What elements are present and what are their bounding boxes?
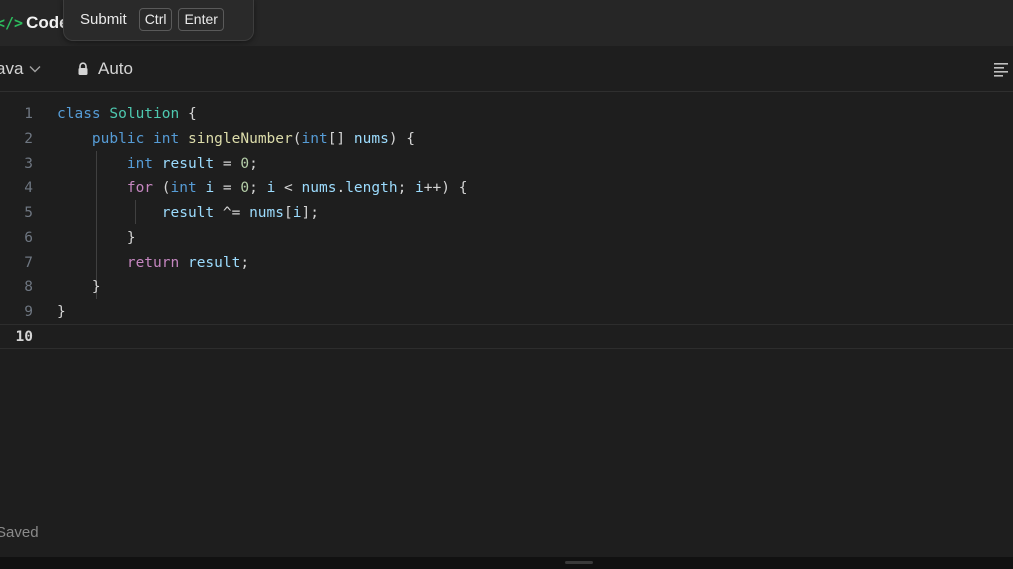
code-tab[interactable]: </> Code [0, 12, 69, 34]
line-number: 2 [24, 131, 33, 148]
code-line: 2 public int singleNumber(int[] nums) { [0, 127, 1013, 152]
code-editor[interactable]: 1 class Solution { 2 public int singleNu… [0, 92, 1013, 522]
auto-mode-label: Auto [98, 59, 133, 78]
line-number: 5 [24, 205, 33, 222]
code-text: return result; [126, 254, 250, 271]
line-number: 9 [24, 303, 33, 320]
code-line: 5 result ^= nums[i]; [0, 201, 1013, 226]
line-number: 3 [24, 155, 33, 172]
submit-shortcut-tooltip: Submit Ctrl Enter [63, 0, 254, 41]
save-status: Saved [0, 524, 39, 541]
code-text: } [57, 229, 136, 246]
code-brackets-icon: </> [0, 14, 24, 32]
code-line: 7 return result; [0, 250, 1013, 275]
code-line: 9 } [0, 300, 1013, 325]
language-label: ava [0, 59, 24, 78]
shortcut-key-enter: Enter [178, 7, 224, 31]
code-text: } [57, 279, 101, 296]
tooltip-label: Submit [80, 10, 127, 28]
code-text: public int singleNumber(int[] nums) { [91, 131, 416, 148]
language-select[interactable]: ava [0, 59, 41, 79]
editor-header: </> Code Submit Ctrl Enter [0, 0, 1013, 46]
code-text: for (int i = 0; i < nums.length; i++) { [126, 180, 468, 197]
code-line: 1 class Solution { [0, 102, 1013, 127]
line-number: 8 [24, 279, 33, 296]
line-number-current: 10 [15, 328, 33, 345]
line-number: 6 [24, 229, 33, 246]
code-text: } [57, 303, 66, 320]
format-menu-icon[interactable] [993, 60, 1011, 78]
code-editor-panel: </> Code Submit Ctrl Enter ava Auto 1 cl… [0, 0, 1013, 569]
shortcut-key-ctrl: Ctrl [138, 7, 173, 31]
code-line-current: 10 [0, 324, 1013, 349]
drag-handle-icon[interactable] [565, 561, 593, 564]
lock-icon [78, 62, 88, 75]
chevron-down-icon [29, 66, 41, 73]
code-line: 3 int result = 0; [0, 151, 1013, 176]
code-line: 6 } [0, 226, 1013, 251]
auto-mode-toggle[interactable]: Auto [76, 59, 133, 79]
editor-toolbar: ava Auto [0, 46, 1013, 92]
code-line: 8 } [0, 275, 1013, 300]
code-line: 4 for (int i = 0; i < nums.length; i++) … [0, 176, 1013, 201]
line-number: 4 [24, 180, 33, 197]
code-text: class Solution { [57, 106, 197, 123]
panel-resize-bar[interactable] [0, 557, 1013, 569]
line-number: 1 [24, 106, 33, 123]
line-number: 7 [24, 254, 33, 271]
code-text: int result = 0; [126, 155, 258, 172]
code-text: result ^= nums[i]; [161, 205, 319, 222]
